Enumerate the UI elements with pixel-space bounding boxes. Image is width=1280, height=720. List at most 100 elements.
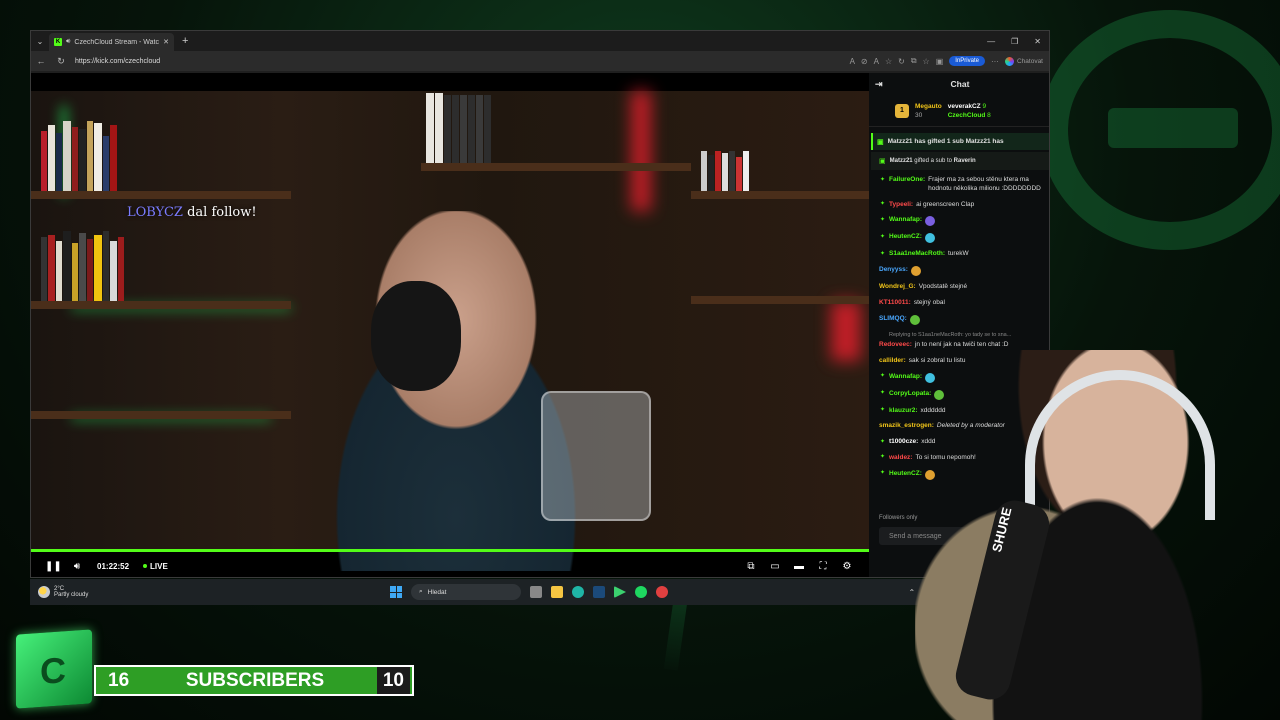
subscriber-count: 16 — [108, 669, 130, 691]
tab-czechcloud[interactable]: K 🔊︎ CzechCloud Stream - Watch Live ✕ — [49, 33, 174, 51]
extensions-icon[interactable]: ⧉ — [911, 56, 917, 66]
chat-username[interactable]: Wondrej_G: — [879, 283, 916, 292]
taskbar-search[interactable]: ⌕ Hledat — [411, 584, 521, 600]
chat-message-text: Frajer ma za sebou stěnu ktera ma hodnot… — [928, 176, 1041, 192]
weather-widget[interactable]: 2°C Partly cloudy — [30, 586, 88, 598]
file-explorer-icon[interactable] — [551, 586, 563, 598]
emote-icon — [910, 266, 921, 277]
neon-light — [631, 91, 651, 211]
close-window-icon[interactable]: ✕ — [1034, 37, 1041, 46]
subscriber-badge-icon: ✦ — [879, 176, 886, 183]
chat-message: ✦ HeutenCZ: — [879, 233, 1045, 244]
chat-username[interactable]: SLIMQQ: — [879, 315, 907, 324]
gift-banner-text: Matzz21 has gifted 1 sub Matzz21 has — [887, 138, 1004, 145]
seek-bar[interactable] — [31, 549, 869, 552]
steam-icon[interactable] — [593, 586, 605, 598]
inprivate-badge[interactable]: InPrivate — [949, 56, 985, 66]
chat-message: SLIMQQ: — [879, 314, 1045, 325]
media-player-icon[interactable] — [614, 586, 626, 598]
chat-username[interactable]: HeutenCZ: — [889, 233, 922, 242]
minimize-icon[interactable]: — — [987, 37, 995, 46]
chat-username[interactable]: waldez: — [889, 454, 912, 463]
chat-message-text: ai greenscreen Clap — [916, 200, 975, 208]
title-bar: ⌄ K 🔊︎ CzechCloud Stream - Watch Live ✕ … — [31, 31, 1049, 51]
books — [701, 151, 749, 191]
fullscreen-icon[interactable]: ⛶ — [817, 561, 829, 572]
new-tab-icon[interactable]: + — [182, 35, 188, 47]
leaderboard-name[interactable]: veverakCZ — [948, 103, 981, 110]
pause-icon[interactable]: ❚❚ — [45, 561, 62, 572]
back-icon[interactable]: ← — [35, 56, 47, 66]
read-aloud-icon[interactable]: A — [874, 57, 879, 66]
edge-icon[interactable] — [572, 586, 584, 598]
url-field[interactable]: https://kick.com/czechcloud — [75, 58, 842, 65]
subscriber-badge-icon: ✦ — [879, 454, 886, 461]
leaderboard-rank-badge: 1 — [895, 103, 909, 118]
chat-username[interactable]: Redoveec: — [879, 341, 912, 350]
close-tab-icon[interactable]: ✕ — [163, 38, 169, 46]
background-logo — [1040, 10, 1280, 250]
chat-username[interactable]: Typeeli: — [889, 201, 913, 210]
reply-context: Replying to S1aa1neMacRoth: yo tady se t… — [889, 331, 1012, 338]
playback-time: 01:22:52 — [97, 561, 130, 571]
books — [41, 121, 117, 191]
leaderboard-value: 8 — [987, 111, 991, 119]
favorites-icon[interactable]: ☆ — [923, 57, 930, 66]
channel-logo — [16, 629, 92, 709]
subscriber-badge-icon: ✦ — [879, 438, 886, 445]
chat-username[interactable]: Wannafap: — [889, 216, 922, 225]
chat-message-text: jn to není jak na twiči ten chat :D — [914, 341, 1009, 349]
app-icon[interactable] — [656, 586, 668, 598]
chat-username[interactable]: klauzur2: — [889, 407, 918, 416]
gift-message-text: Matzz21 gifted a sub to Raverin — [890, 158, 976, 164]
taskbar-apps: ⌕ Hledat — [390, 584, 668, 600]
collections-icon[interactable]: ▣ — [936, 57, 944, 66]
webcam-overlay: SHURE — [915, 350, 1280, 720]
clip-icon[interactable]: ⧉ — [745, 561, 757, 572]
weather-condition: Partly cloudy — [54, 592, 89, 598]
tracking-icon[interactable]: ⊘ — [861, 57, 868, 66]
gift-message: ▣ Matzz21 gifted a sub to Raverin — [871, 152, 1049, 170]
task-view-icon[interactable] — [530, 586, 542, 598]
favorite-icon[interactable]: ☆ — [885, 57, 892, 66]
chat-title: Chat — [950, 79, 970, 89]
subscriber-badge-icon: ✦ — [879, 470, 886, 477]
chat-username[interactable]: t1000cze: — [889, 438, 918, 447]
chat-username[interactable]: FailureOne: — [889, 176, 925, 185]
chat-username[interactable]: KT110011: — [879, 299, 911, 308]
refresh-page-icon[interactable]: ↻ — [898, 57, 905, 66]
chat-username[interactable]: S1aa1neMacRoth: — [889, 250, 945, 259]
volume-icon[interactable]: 🔊︎ — [71, 561, 83, 572]
chat-message-text: stejný obal — [913, 298, 945, 306]
copilot-button[interactable]: Chatovat — [1004, 56, 1049, 66]
chat-username[interactable]: callilder: — [879, 357, 906, 366]
miniplayer-icon[interactable]: ▭ — [769, 561, 781, 572]
gift-sender[interactable]: Matzz21 — [890, 158, 913, 164]
gift-target[interactable]: Raverin — [954, 158, 976, 164]
settings-icon[interactable]: ⚙ — [841, 561, 853, 572]
gift-leaderboard: 1 Megauto 30 veverakCZ 9 CzechCloud 8 — [869, 95, 1049, 127]
collapse-chat-icon[interactable]: ⇥ — [875, 79, 883, 90]
spotify-icon[interactable] — [635, 586, 647, 598]
follow-alert-text: dal follow! — [182, 205, 257, 220]
tab-actions-icon[interactable]: ⌄ — [31, 37, 49, 46]
subscriber-goal: 10 — [376, 667, 410, 694]
chat-username[interactable]: Denyyss: — [879, 266, 908, 275]
emote-icon — [924, 233, 935, 244]
translate-icon[interactable]: A — [850, 57, 855, 66]
subscriber-badge-icon: ✦ — [879, 216, 886, 223]
leaderboard-value: 30 — [915, 111, 923, 119]
refresh-icon[interactable]: ↻ — [55, 56, 67, 67]
start-icon[interactable] — [390, 586, 402, 598]
search-icon: ⌕ — [419, 588, 423, 595]
speaker-icon[interactable]: 🔊︎ — [66, 38, 70, 46]
leaderboard-name[interactable]: CzechCloud — [948, 112, 986, 119]
leaderboard-name[interactable]: Megauto — [915, 103, 942, 110]
gift-icon: ▣ — [879, 158, 886, 165]
more-icon[interactable]: ··· — [991, 57, 999, 66]
taskbar-search-label: Hledat — [427, 588, 447, 596]
maximize-icon[interactable]: ❐ — [1011, 37, 1018, 46]
live-indicator[interactable]: LIVE — [143, 562, 168, 571]
theater-mode-icon[interactable]: ▬ — [793, 561, 805, 572]
video-player[interactable]: LOBYCZ dal follow! ❚❚ 🔊︎ 01:22:52 LIVE ⧉… — [31, 73, 869, 577]
